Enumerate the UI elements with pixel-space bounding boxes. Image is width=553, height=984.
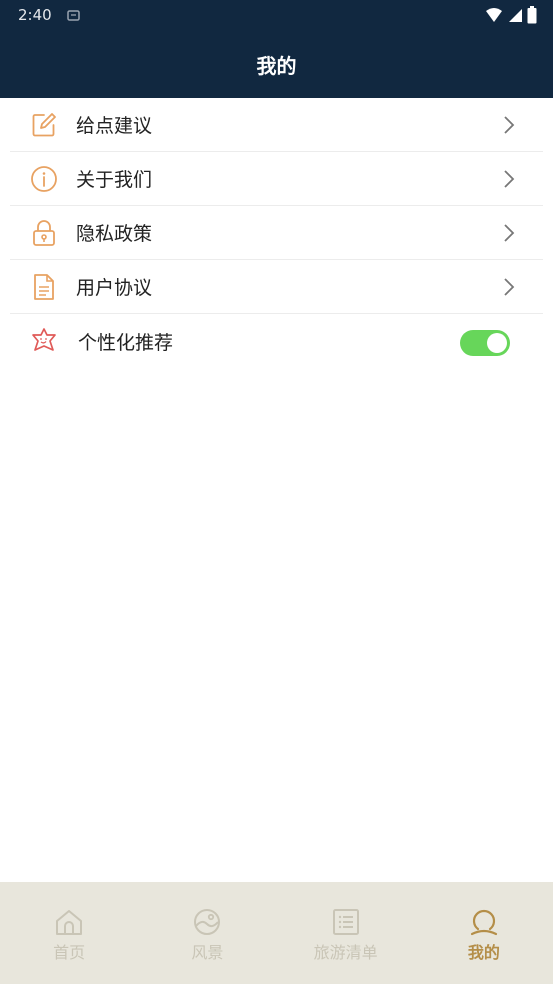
notification-icon [66, 8, 82, 27]
menu-label-privacy: 隐私政策 [76, 223, 153, 245]
chevron-right-icon [503, 223, 515, 243]
menu-item-about[interactable]: 关于我们 [10, 152, 543, 206]
tab-home[interactable]: 首页 [0, 882, 138, 984]
menu-label-about: 关于我们 [76, 169, 153, 191]
tab-scenery[interactable]: 风景 [138, 882, 276, 984]
menu-item-personalized: 个性化推荐 [10, 314, 543, 368]
settings-menu: 给点建议 关于我们 隐私政策 用户协议 个性化推荐 [0, 98, 553, 368]
document-icon [30, 273, 58, 301]
menu-label-personalized: 个性化推荐 [78, 331, 174, 354]
status-bar: 2:40 [0, 0, 553, 30]
tab-label-scenery: 风景 [191, 943, 224, 962]
status-time: 2:40 [18, 6, 52, 24]
home-icon [54, 907, 84, 937]
battery-icon [527, 6, 537, 28]
signal-icon [507, 7, 523, 27]
bottom-tabbar: 首页 风景 旅游清单 我的 [0, 882, 553, 984]
lock-icon [30, 219, 58, 247]
chevron-right-icon [503, 115, 515, 135]
personalized-toggle[interactable] [460, 330, 510, 356]
menu-item-agreement[interactable]: 用户协议 [10, 260, 543, 314]
list-icon [331, 907, 361, 937]
chevron-right-icon [503, 277, 515, 297]
chevron-right-icon [503, 169, 515, 189]
wifi-icon [485, 7, 503, 27]
tab-label-travel-list: 旅游清单 [313, 943, 378, 962]
toggle-knob [487, 333, 507, 353]
profile-icon [469, 907, 499, 937]
menu-label-feedback: 给点建议 [76, 115, 153, 137]
tab-mine[interactable]: 我的 [415, 882, 553, 984]
menu-label-agreement: 用户协议 [76, 277, 153, 299]
status-indicators [485, 6, 537, 28]
menu-item-privacy[interactable]: 隐私政策 [10, 206, 543, 260]
scenery-icon [192, 907, 222, 937]
page-title: 我的 [256, 54, 297, 78]
info-icon [30, 165, 58, 193]
tab-label-mine: 我的 [467, 943, 500, 962]
menu-item-feedback[interactable]: 给点建议 [10, 98, 543, 152]
app-header: 2:40 我的 [0, 0, 553, 98]
tab-travel-list[interactable]: 旅游清单 [277, 882, 415, 984]
tab-label-home: 首页 [53, 943, 86, 962]
edit-icon [30, 111, 58, 139]
star-face-icon [30, 327, 58, 355]
